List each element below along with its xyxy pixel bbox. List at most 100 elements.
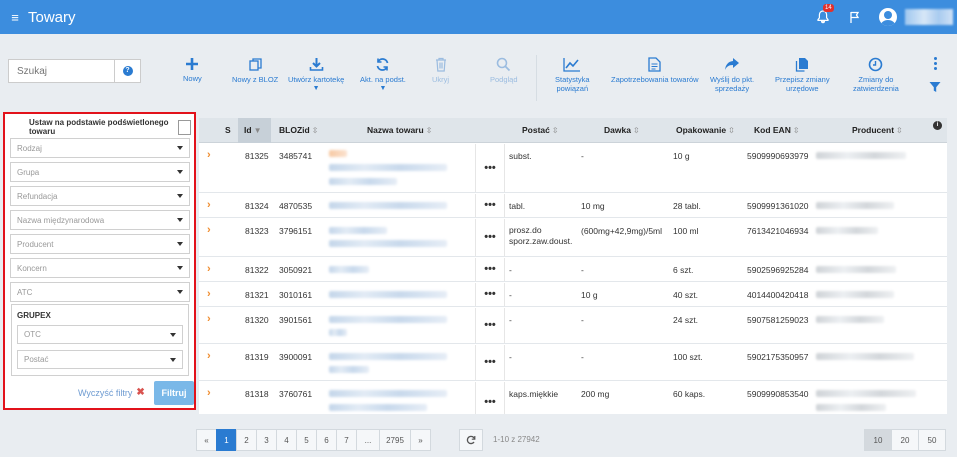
redacted-producer [816,227,878,234]
filter-atc[interactable]: ATC [10,282,190,302]
page-size-button[interactable]: 50 [918,429,946,451]
document-icon [648,57,661,72]
send-to-point-button[interactable]: Wyślij do pkt. sprzedaży [710,57,754,93]
column-header-id[interactable]: Id ▼ [238,118,271,143]
caret-down-icon [170,357,176,362]
expand-arrow-icon[interactable]: › [207,313,211,325]
highlight-checkbox[interactable] [177,119,191,135]
column-header-opakowanie[interactable]: Opakowanie ⇳ [676,118,735,143]
clear-filters-link[interactable]: Wyczyść filtry ✖ [78,387,145,398]
redacted-name [329,329,347,336]
filter-refundacja[interactable]: Refundacja [10,186,190,206]
chevron-down-icon: ▼ [312,85,320,92]
caret-down-icon [177,290,183,294]
search-input[interactable] [9,60,114,82]
table-row[interactable]: › 81324 4870535 ••• tabl. 10 mg 28 tabl.… [199,194,947,218]
page-button[interactable]: 7 [336,429,357,451]
notifications-bell-icon[interactable]: 14 [816,4,834,24]
share-arrow-icon [725,58,740,70]
products-table: S Id ▼ BLOZid ⇳ Nazwa towaru ⇳ Postać ⇳ Dawk… [199,118,947,414]
expand-arrow-icon[interactable]: › [207,350,211,362]
demand-label: Zapotrzebowania towarów [611,75,699,84]
row-more-button[interactable]: ••• [475,144,505,192]
user-avatar[interactable] [879,8,897,26]
page-button[interactable]: 6 [316,429,337,451]
update-based-dropdown[interactable]: Akt. na podst. ▼ [360,57,406,93]
column-header-s[interactable]: S [225,118,231,143]
filter-funnel-icon[interactable] [929,81,941,95]
search-help-button[interactable]: ? [114,60,140,82]
filter-otc[interactable]: OTC [17,325,183,344]
grupex-group: GRUPEX OTC Postać [11,304,189,376]
redacted-producer [816,353,914,360]
expand-arrow-icon[interactable]: › [207,149,211,161]
hide-button[interactable]: Ukryj [432,57,449,84]
expand-arrow-icon[interactable]: › [207,387,211,399]
menu-icon[interactable]: ≡ [4,10,26,25]
column-header-nazwa[interactable]: Nazwa towaru ⇳ [367,118,432,143]
page-next-button[interactable]: » [410,429,431,451]
expand-arrow-icon[interactable]: › [207,199,211,211]
create-card-dropdown[interactable]: Utwórz kartotekę ▼ [288,57,344,93]
table-row[interactable]: › 81318 3760761 ••• kaps.miękkie 200 mg … [199,382,947,414]
filter-grupa[interactable]: Grupa [10,162,190,182]
row-more-button[interactable]: ••• [475,382,505,414]
table-row[interactable]: › 81321 3010161 ••• - 10 g 40 szt. 40144… [199,283,947,307]
trash-icon [435,57,446,72]
row-more-button[interactable]: ••• [475,345,505,380]
page-prev-button[interactable]: « [196,429,217,451]
statistics-label-1: Statystyka [555,75,590,84]
filter-button[interactable]: Filtruj [154,381,194,405]
filter-postac[interactable]: Postać [17,350,183,369]
row-more-button[interactable]: ••• [475,258,505,281]
table-row[interactable]: › 81323 3796151 ••• prosz.do sporz.zaw.d… [199,219,947,257]
page-button[interactable]: 4 [276,429,297,451]
more-vertical-icon[interactable] [931,57,939,70]
row-more-button[interactable]: ••• [475,219,505,256]
refresh-button[interactable] [459,429,483,451]
preview-button[interactable]: Podgląd [490,57,518,84]
table-row[interactable]: › 81319 3900091 ••• - - 100 szt. 5902175… [199,345,947,381]
sort-desc-icon: ▼ [253,126,262,135]
redacted-producer [816,152,906,159]
flag-icon[interactable] [848,10,862,24]
row-more-button[interactable]: ••• [475,283,505,306]
copy-official-changes-button[interactable]: Przepisz zmiany urzędowe [775,57,830,93]
expand-arrow-icon[interactable]: › [207,263,211,275]
username-redacted[interactable] [905,9,953,25]
new-button[interactable]: Nowy [183,57,202,83]
column-header-ean[interactable]: Kod EAN ⇳ [754,118,800,143]
column-header-postac[interactable]: Postać ⇳ [522,118,559,143]
demand-button[interactable]: Zapotrzebowania towarów [611,57,699,84]
expand-arrow-icon[interactable]: › [207,224,211,236]
row-more-button[interactable]: ••• [475,194,505,217]
changes-to-approve-button[interactable]: Zmiany do zatwierdzenia [853,57,899,93]
page-button[interactable]: 5 [296,429,317,451]
pagination: « 1 2 3 4 5 6 7 ... 2795 » [196,429,431,451]
filter-producent[interactable]: Producent [10,234,190,254]
page-button[interactable]: 1 [216,429,237,451]
page-button[interactable]: 2795 [379,429,411,451]
page-button[interactable]: 2 [236,429,257,451]
row-more-button[interactable]: ••• [475,308,505,343]
info-icon[interactable]: i [933,121,942,130]
filter-koncern[interactable]: Koncern [10,258,190,278]
statistics-button[interactable]: Statystyka powiązań [555,57,590,93]
expand-arrow-icon[interactable]: › [207,288,211,300]
page-size-button[interactable]: 10 [864,429,892,451]
table-row[interactable]: › 81322 3050921 ••• - - 6 szt. 590259692… [199,258,947,282]
column-header-bloz[interactable]: BLOZid ⇳ [279,118,318,143]
table-row[interactable]: › 81320 3901561 ••• - - 24 szt. 59075812… [199,308,947,344]
column-header-producent[interactable]: Producent ⇳ [852,118,903,143]
notification-count-badge: 14 [823,4,834,12]
page-size-button[interactable]: 20 [891,429,919,451]
grupex-title: GRUPEX [17,311,51,320]
filter-nazwa-miedzynarodowa[interactable]: Nazwa międzynarodowa [10,210,190,230]
new-from-bloz-button[interactable]: Nowy z BLOZ [232,57,278,84]
chevron-down-icon: ▼ [379,85,387,92]
column-header-dawka[interactable]: Dawka ⇳ [604,118,640,143]
filter-rodzaj[interactable]: Rodzaj [10,138,190,158]
copy-icon [248,58,262,71]
table-row[interactable]: › 81325 3485741 ••• subst. - 10 g 590999… [199,144,947,193]
page-button[interactable]: 3 [256,429,277,451]
